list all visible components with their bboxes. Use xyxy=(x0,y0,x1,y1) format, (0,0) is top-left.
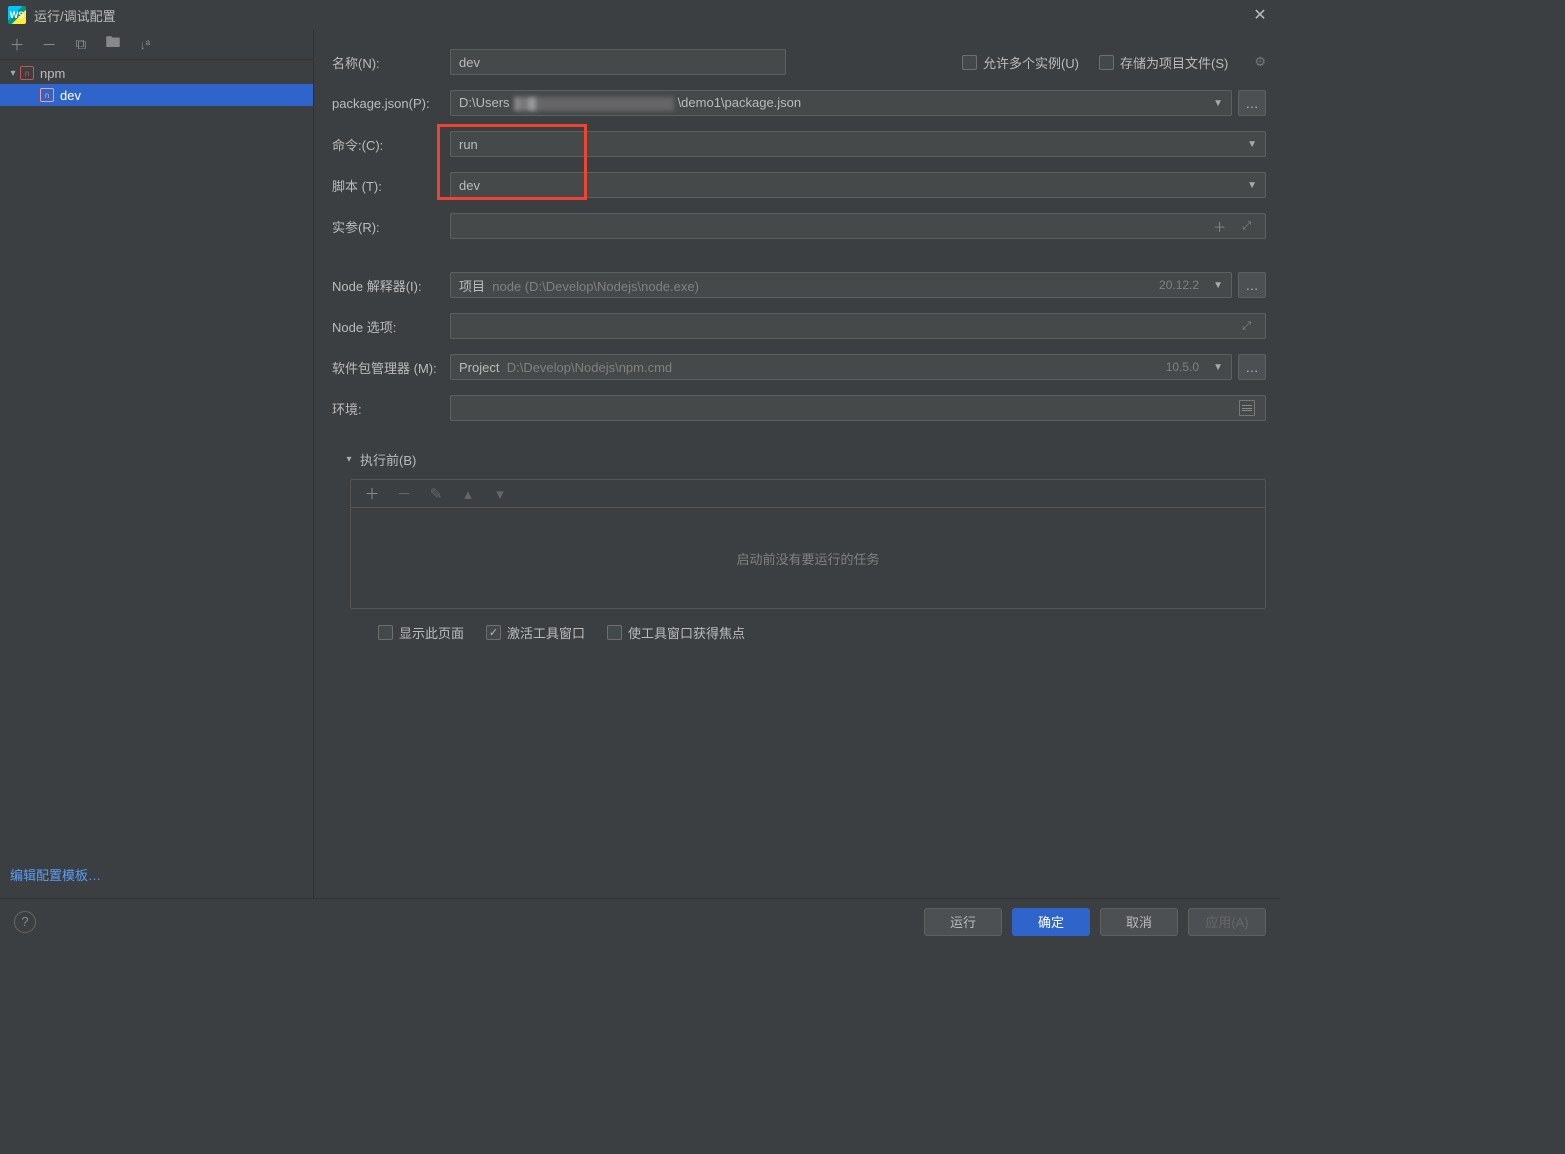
show-page-checkbox[interactable]: 显示此页面 xyxy=(378,623,464,642)
pkg-manager-label: 软件包管理器 (M): xyxy=(332,358,450,377)
npm-icon: n xyxy=(40,88,54,102)
run-button[interactable]: 运行 xyxy=(924,908,1002,936)
allow-multiple-checkbox[interactable]: 允许多个实例(U) xyxy=(962,53,1079,72)
args-label: 实参(R): xyxy=(332,217,450,236)
tree-label: npm xyxy=(40,66,65,81)
before-launch-header[interactable]: ▾ 执行前(B) xyxy=(342,450,1266,469)
remove-task-icon[interactable]: － xyxy=(395,485,413,503)
config-tree: ▾ n npm n dev xyxy=(0,60,313,857)
chevron-down-icon: ▼ xyxy=(1213,280,1223,291)
focus-tool-window-checkbox[interactable]: 使工具窗口获得焦点 xyxy=(607,623,745,642)
name-label: 名称(N): xyxy=(332,53,450,72)
npm-icon: n xyxy=(20,66,34,80)
close-button[interactable]: ✕ xyxy=(1248,5,1272,25)
form-area: 名称(N): dev 允许多个实例(U) 存储为项目文件(S) ⚙ packag… xyxy=(314,30,1280,898)
pkg-manager-select[interactable]: Project D:\Develop\Nodejs\npm.cmd 10.5.0… xyxy=(450,354,1232,380)
sort-config-icon[interactable]: ↓ª xyxy=(136,36,154,54)
add-config-icon[interactable]: ＋ xyxy=(8,36,26,54)
ok-button[interactable]: 确定 xyxy=(1012,908,1090,936)
chevron-down-icon: ▾ xyxy=(6,68,20,79)
move-up-icon[interactable]: ▴ xyxy=(459,485,477,503)
script-label: 脚本 (T): xyxy=(332,176,450,195)
activate-tool-window-checkbox[interactable]: 激活工具窗口 xyxy=(486,623,585,642)
command-select[interactable]: run ▼ xyxy=(450,131,1266,157)
window-title: 运行/调试配置 xyxy=(34,6,1248,25)
expand-icon[interactable]: ⤢ xyxy=(1236,220,1257,233)
tree-label: dev xyxy=(60,88,81,103)
browse-package-json-button[interactable]: … xyxy=(1238,90,1266,116)
move-down-icon[interactable]: ▾ xyxy=(491,485,509,503)
app-icon: WS xyxy=(8,6,26,24)
tree-node-npm[interactable]: ▾ n npm xyxy=(0,62,313,84)
list-icon[interactable] xyxy=(1239,400,1255,416)
chevron-down-icon: ▼ xyxy=(1213,98,1223,109)
redacted-path xyxy=(514,97,674,111)
chevron-down-icon: ▼ xyxy=(1247,180,1257,191)
apply-button[interactable]: 应用(A) xyxy=(1188,908,1266,936)
add-task-icon[interactable]: ＋ xyxy=(363,485,381,503)
browse-node-button[interactable]: … xyxy=(1238,272,1266,298)
browse-pkg-manager-button[interactable]: … xyxy=(1238,354,1266,380)
edit-task-icon[interactable]: ✎ xyxy=(427,485,445,503)
sidebar-toolbar: ＋ － ⧉ 🖿 ↓ª xyxy=(0,30,313,60)
save-config-icon[interactable]: 🖿 xyxy=(104,36,122,54)
chevron-down-icon: ▼ xyxy=(1213,362,1223,373)
dialog-footer: ? 运行 确定 取消 应用(A) xyxy=(0,898,1280,944)
before-launch-toolbar: ＋ － ✎ ▴ ▾ xyxy=(351,480,1265,508)
node-options-label: Node 选项: xyxy=(332,317,450,336)
env-label: 环境: xyxy=(332,399,450,418)
store-as-project-checkbox[interactable]: 存储为项目文件(S) xyxy=(1099,53,1228,72)
before-launch-panel: ＋ － ✎ ▴ ▾ 启动前没有要运行的任务 xyxy=(350,479,1266,609)
env-input[interactable] xyxy=(450,395,1266,421)
gear-icon[interactable]: ⚙ xyxy=(1254,54,1266,70)
help-button[interactable]: ? xyxy=(14,911,36,933)
node-interpreter-select[interactable]: 项目 node (D:\Develop\Nodejs\node.exe) 20.… xyxy=(450,272,1232,298)
name-input[interactable]: dev xyxy=(450,49,786,75)
add-icon[interactable]: ＋ xyxy=(1213,217,1226,236)
node-options-input[interactable]: ⤢ xyxy=(450,313,1266,339)
sidebar: ＋ － ⧉ 🖿 ↓ª ▾ n npm n dev 编辑配置模板… xyxy=(0,30,314,898)
cancel-button[interactable]: 取消 xyxy=(1100,908,1178,936)
before-launch-empty: 启动前没有要运行的任务 xyxy=(351,508,1265,608)
script-select[interactable]: dev ▼ xyxy=(450,172,1266,198)
package-json-select[interactable]: D:\Users\demo1\package.json ▼ xyxy=(450,90,1232,116)
chevron-down-icon: ▼ xyxy=(1247,139,1257,150)
tree-node-dev[interactable]: n dev xyxy=(0,84,313,106)
command-label: 命令:(C): xyxy=(332,135,450,154)
node-interpreter-label: Node 解释器(I): xyxy=(332,276,450,295)
titlebar: WS 运行/调试配置 ✕ xyxy=(0,0,1280,30)
copy-config-icon[interactable]: ⧉ xyxy=(72,36,90,54)
package-json-label: package.json(P): xyxy=(332,96,450,111)
expand-icon[interactable]: ⤢ xyxy=(1236,320,1257,333)
remove-config-icon[interactable]: － xyxy=(40,36,58,54)
chevron-down-icon: ▾ xyxy=(342,454,356,465)
args-input[interactable]: ＋ ⤢ xyxy=(450,213,1266,239)
edit-templates-link[interactable]: 编辑配置模板… xyxy=(10,868,101,883)
